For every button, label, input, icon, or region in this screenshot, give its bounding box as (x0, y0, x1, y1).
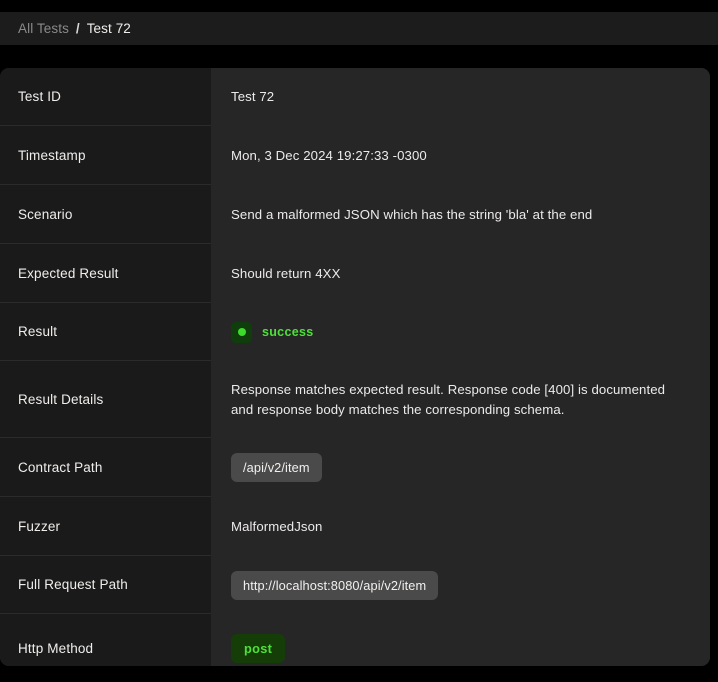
status-badge: success (231, 322, 313, 343)
detail-label-expected-result: Expected Result (0, 244, 211, 303)
detail-value-test-id-cell: Test 72 (211, 68, 710, 126)
detail-value-result-cell: success (211, 303, 710, 361)
full-request-path-chip[interactable]: http://localhost:8080/api/v2/item (231, 571, 438, 600)
detail-value-result-details-cell: Response matches expected result. Respon… (211, 361, 710, 438)
detail-label-http-method: Http Method (0, 614, 211, 666)
detail-label-full-request-path: Full Request Path (0, 556, 211, 614)
detail-label-contract-path: Contract Path (0, 438, 211, 497)
detail-value-result-details: Response matches expected result. Respon… (231, 380, 686, 418)
detail-label-result: Result (0, 303, 211, 361)
detail-label-test-id: Test ID (0, 68, 211, 126)
detail-value-full-request-path-cell: http://localhost:8080/api/v2/item (211, 556, 710, 614)
detail-value-timestamp: Mon, 3 Dec 2024 19:27:33 -0300 (231, 146, 427, 165)
http-method-badge: post (231, 634, 285, 663)
breadcrumb-current-test-72: Test 72 (87, 21, 131, 36)
contract-path-chip[interactable]: /api/v2/item (231, 453, 322, 482)
detail-value-scenario-cell: Send a malformed JSON which has the stri… (211, 185, 710, 244)
detail-value-expected-result-cell: Should return 4XX (211, 244, 710, 303)
detail-value-scenario: Send a malformed JSON which has the stri… (231, 205, 592, 224)
detail-value-fuzzer-cell: MalformedJson (211, 497, 710, 556)
detail-label-timestamp: Timestamp (0, 126, 211, 185)
detail-value-timestamp-cell: Mon, 3 Dec 2024 19:27:33 -0300 (211, 126, 710, 185)
detail-value-test-id: Test 72 (231, 87, 274, 106)
detail-value-fuzzer: MalformedJson (231, 517, 322, 536)
test-detail-panel: Test ID Timestamp Scenario Expected Resu… (0, 68, 710, 666)
breadcrumb-link-all-tests[interactable]: All Tests (18, 21, 69, 36)
detail-value-contract-path-cell: /api/v2/item (211, 438, 710, 497)
detail-value-http-method-cell: post (211, 614, 710, 666)
breadcrumb: All Tests / Test 72 (0, 12, 718, 45)
detail-value-column: Test 72 Mon, 3 Dec 2024 19:27:33 -0300 S… (211, 68, 710, 666)
status-dot-glyph (238, 328, 246, 336)
detail-value-expected-result: Should return 4XX (231, 264, 340, 283)
status-dot-icon (231, 322, 252, 343)
status-badge-label: success (262, 325, 313, 339)
detail-label-fuzzer: Fuzzer (0, 497, 211, 556)
breadcrumb-separator: / (76, 21, 80, 36)
detail-label-scenario: Scenario (0, 185, 211, 244)
detail-label-result-details: Result Details (0, 361, 211, 438)
detail-label-column: Test ID Timestamp Scenario Expected Resu… (0, 68, 211, 666)
